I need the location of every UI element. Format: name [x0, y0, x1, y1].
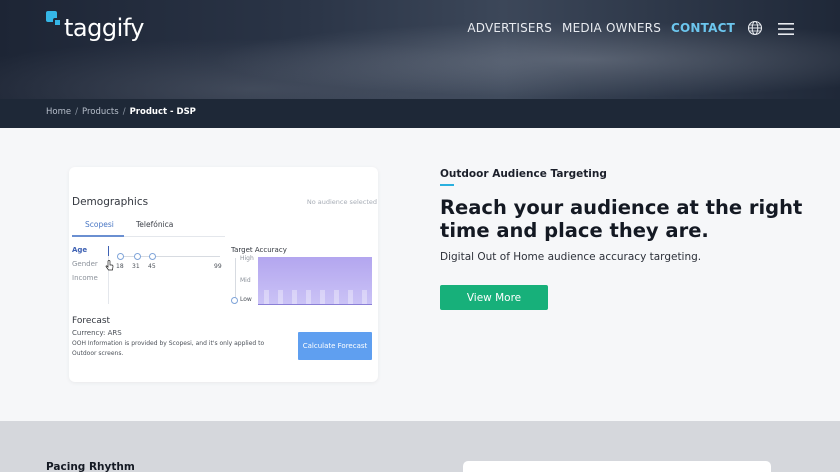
breadcrumb-bar: Home / Products / Product - DSP: [0, 99, 840, 128]
site-header: taggify ADVERTISERS MEDIA OWNERS CONTACT: [0, 0, 840, 99]
hamburger-menu-icon[interactable]: [778, 21, 794, 35]
filter-active-indicator: [108, 246, 109, 256]
accuracy-level-mid: Mid: [240, 277, 251, 284]
globe-icon[interactable]: [747, 20, 763, 36]
breadcrumb-separator: /: [122, 107, 126, 117]
accuracy-level-high: High: [240, 255, 254, 262]
taggify-logo[interactable]: taggify: [46, 11, 146, 43]
accuracy-area-chart: [258, 257, 372, 305]
breadcrumb-products[interactable]: Products: [82, 107, 119, 117]
product-section: Demographics No audience selected Scopes…: [0, 128, 840, 421]
filter-age[interactable]: Age: [72, 246, 87, 254]
logo-text: taggify: [64, 14, 144, 42]
age-tick: 45: [148, 263, 156, 270]
age-slider-knob[interactable]: [117, 253, 124, 260]
age-tick: 18: [116, 263, 124, 270]
forecast-title: Forecast: [72, 316, 111, 326]
nav-contact[interactable]: CONTACT: [671, 21, 735, 35]
eyebrow-accent-bar: [440, 184, 454, 186]
accuracy-slider-knob[interactable]: [231, 297, 238, 304]
audience-note: No audience selected: [306, 198, 377, 206]
section-eyebrow: Outdoor Audience Targeting: [440, 168, 607, 180]
demographics-preview-card: Demographics No audience selected Scopes…: [69, 167, 378, 382]
accuracy-baseline: [258, 304, 372, 305]
forecast-currency: Currency: ARS: [72, 329, 122, 337]
main-nav: ADVERTISERS MEDIA OWNERS CONTACT: [457, 18, 794, 38]
forecast-info: OOH Information is provided by Scopesi, …: [72, 340, 265, 357]
pacing-rhythm-title: Pacing Rhythm: [46, 461, 135, 472]
breadcrumb-current: Product - DSP: [129, 107, 196, 117]
section-subtext: Digital Out of Home audience accuracy ta…: [440, 251, 702, 263]
pointer-cursor-icon: [105, 256, 114, 271]
logo-mark-icon: [46, 11, 64, 29]
active-tab-indicator: [72, 235, 124, 237]
breadcrumb-home[interactable]: Home: [46, 107, 71, 117]
demographics-title: Demographics: [72, 196, 149, 208]
age-slider-knob[interactable]: [149, 253, 156, 260]
breadcrumb-separator: /: [75, 107, 78, 117]
pacing-preview-card: [463, 461, 771, 472]
age-tick: 31: [132, 263, 140, 270]
view-more-button[interactable]: View More: [440, 285, 548, 310]
tab-telefonica[interactable]: Telefónica: [136, 220, 173, 229]
breadcrumb: Home / Products / Product - DSP: [46, 107, 200, 117]
filter-income[interactable]: Income: [72, 274, 98, 282]
calculate-forecast-button[interactable]: Calculate Forecast: [298, 332, 372, 360]
nav-advertisers[interactable]: ADVERTISERS: [467, 21, 552, 35]
target-accuracy-title: Target Accuracy: [231, 246, 287, 254]
nav-media-owners[interactable]: MEDIA OWNERS: [562, 21, 661, 35]
section-headline: Reach your audience at the right time an…: [440, 196, 803, 242]
tab-scopesi[interactable]: Scopesi: [85, 220, 114, 229]
age-tick: 99: [214, 263, 222, 270]
filter-gender[interactable]: Gender: [72, 260, 98, 268]
accuracy-level-low: Low: [240, 296, 252, 303]
age-slider-knob[interactable]: [134, 253, 141, 260]
